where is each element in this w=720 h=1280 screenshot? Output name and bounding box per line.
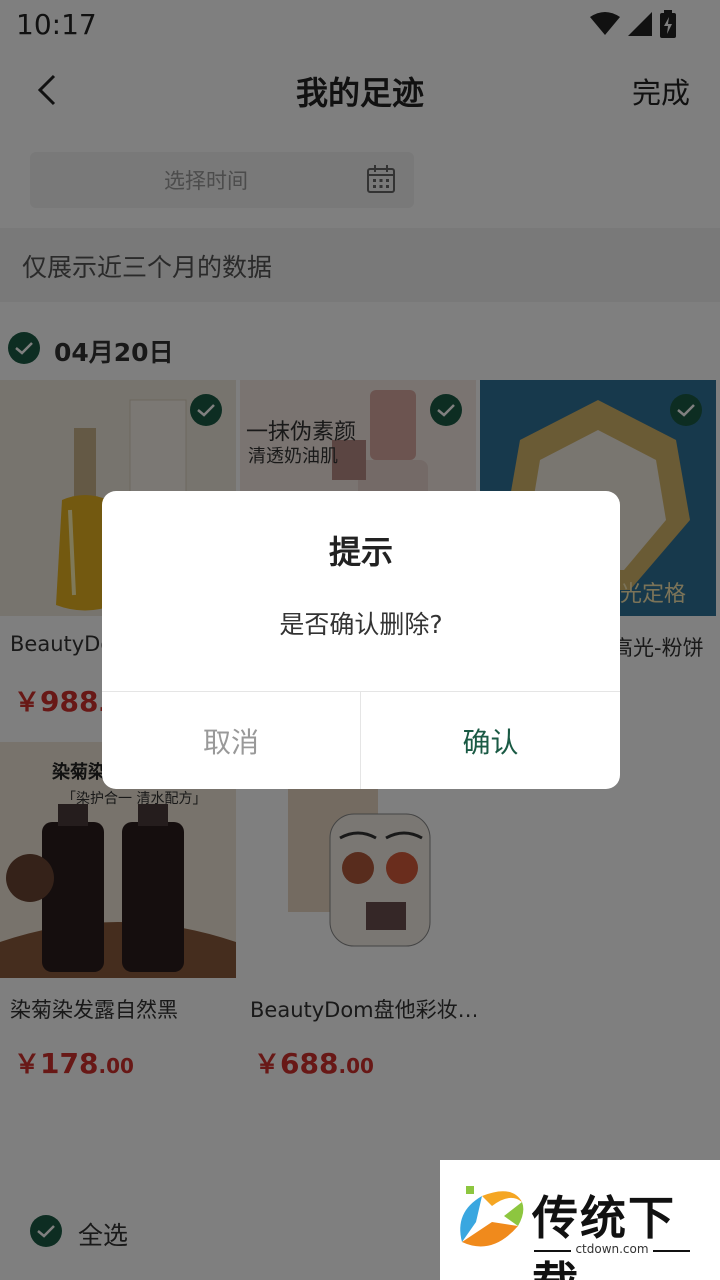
cancel-button[interactable]: 取消 (102, 692, 360, 789)
watermark: 传统下载 ctdown.com (440, 1160, 720, 1280)
watermark-url: ctdown.com (534, 1242, 690, 1256)
confirm-dialog: 提示 是否确认删除? 取消 确认 (102, 491, 620, 789)
ctdown-logo-icon (460, 1186, 524, 1247)
confirm-button[interactable]: 确认 (361, 692, 620, 789)
dialog-message: 是否确认删除? (279, 610, 443, 639)
dialog-title: 提示 (328, 533, 393, 571)
watermark-name: 传统下载 (532, 1191, 676, 1280)
watermark-url-text: ctdown.com (571, 1242, 653, 1256)
